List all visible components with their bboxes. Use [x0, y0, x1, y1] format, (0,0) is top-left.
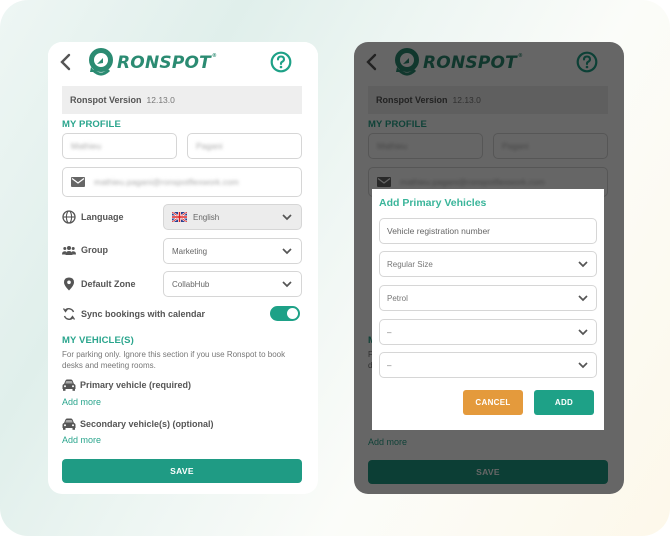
add-button[interactable]: ADD	[534, 390, 594, 415]
chevron-down-icon	[578, 295, 588, 302]
secondary-add-more-link[interactable]: Add more	[62, 435, 101, 445]
uk-flag-icon	[172, 212, 187, 222]
car-icon	[62, 418, 76, 430]
primary-add-more-link[interactable]: Add more	[62, 397, 101, 407]
default-zone-label: Default Zone	[62, 274, 136, 294]
chevron-down-icon	[578, 362, 588, 369]
ronspot-logo: RONSPOT®	[88, 46, 217, 80]
help-icon[interactable]	[270, 51, 292, 73]
chevron-down-icon	[282, 214, 292, 221]
group-select[interactable]: Marketing	[163, 238, 302, 264]
car-icon	[62, 379, 76, 391]
version-label: Ronspot Version	[70, 95, 142, 105]
vehicle-option-select-2[interactable]: –	[379, 352, 597, 378]
profile-screen: RONSPOT® Ronspot Version 12.13.0 MY PROFI…	[48, 42, 318, 494]
envelope-icon	[71, 177, 85, 187]
people-icon	[62, 246, 76, 255]
profile-screen-with-dialog: RONSPOT® Ronspot Version12.13.0 MY PROFI…	[354, 42, 624, 494]
language-select[interactable]: English	[163, 204, 302, 230]
add-primary-vehicle-dialog: Add Primary Vehicles Vehicle registratio…	[372, 189, 604, 430]
secondary-vehicle-label: Secondary vehicle(s) (optional)	[62, 418, 214, 430]
save-button[interactable]: SAVE	[62, 459, 302, 483]
version-bar: Ronspot Version 12.13.0	[62, 86, 302, 114]
chevron-down-icon	[282, 248, 292, 255]
toggle-knob	[287, 308, 298, 319]
sync-icon	[62, 308, 76, 320]
brand-name: RONSPOT®	[117, 53, 218, 73]
chevron-down-icon	[578, 329, 588, 336]
cancel-button[interactable]: CANCEL	[463, 390, 523, 415]
chevron-down-icon	[282, 281, 292, 288]
back-chevron-icon[interactable]	[58, 51, 74, 73]
my-profile-title: MY PROFILE	[62, 119, 121, 130]
email-input[interactable]: mathieu.pagani@ronspotflexwork.com	[62, 167, 302, 197]
sync-calendar-toggle[interactable]	[270, 306, 300, 321]
primary-vehicle-label: Primary vehicle (required)	[62, 379, 191, 391]
ronspot-logo-icon	[89, 48, 113, 76]
vehicles-note: For parking only. Ignore this section if…	[62, 350, 286, 370]
fuel-type-select[interactable]: Petrol	[379, 285, 597, 311]
sync-calendar-label: Sync bookings with calendar	[62, 304, 205, 324]
chevron-down-icon	[578, 261, 588, 268]
app-header: RONSPOT®	[48, 42, 318, 84]
default-zone-select[interactable]: CollabHub	[163, 271, 302, 297]
language-label: Language	[62, 207, 124, 227]
map-pin-icon	[64, 277, 74, 291]
dialog-title: Add Primary Vehicles	[379, 197, 487, 209]
group-label: Group	[62, 240, 108, 260]
first-name-input[interactable]: Mathieu	[62, 133, 177, 159]
globe-icon	[62, 210, 76, 224]
vehicle-size-select[interactable]: Regular Size	[379, 251, 597, 277]
vehicle-registration-input[interactable]: Vehicle registration number	[379, 218, 597, 244]
last-name-input[interactable]: Pagani	[187, 133, 302, 159]
version-value: 12.13.0	[146, 95, 175, 105]
vehicle-option-select-1[interactable]: –	[379, 319, 597, 345]
my-vehicles-title: MY VEHICLE(S)	[62, 335, 134, 346]
